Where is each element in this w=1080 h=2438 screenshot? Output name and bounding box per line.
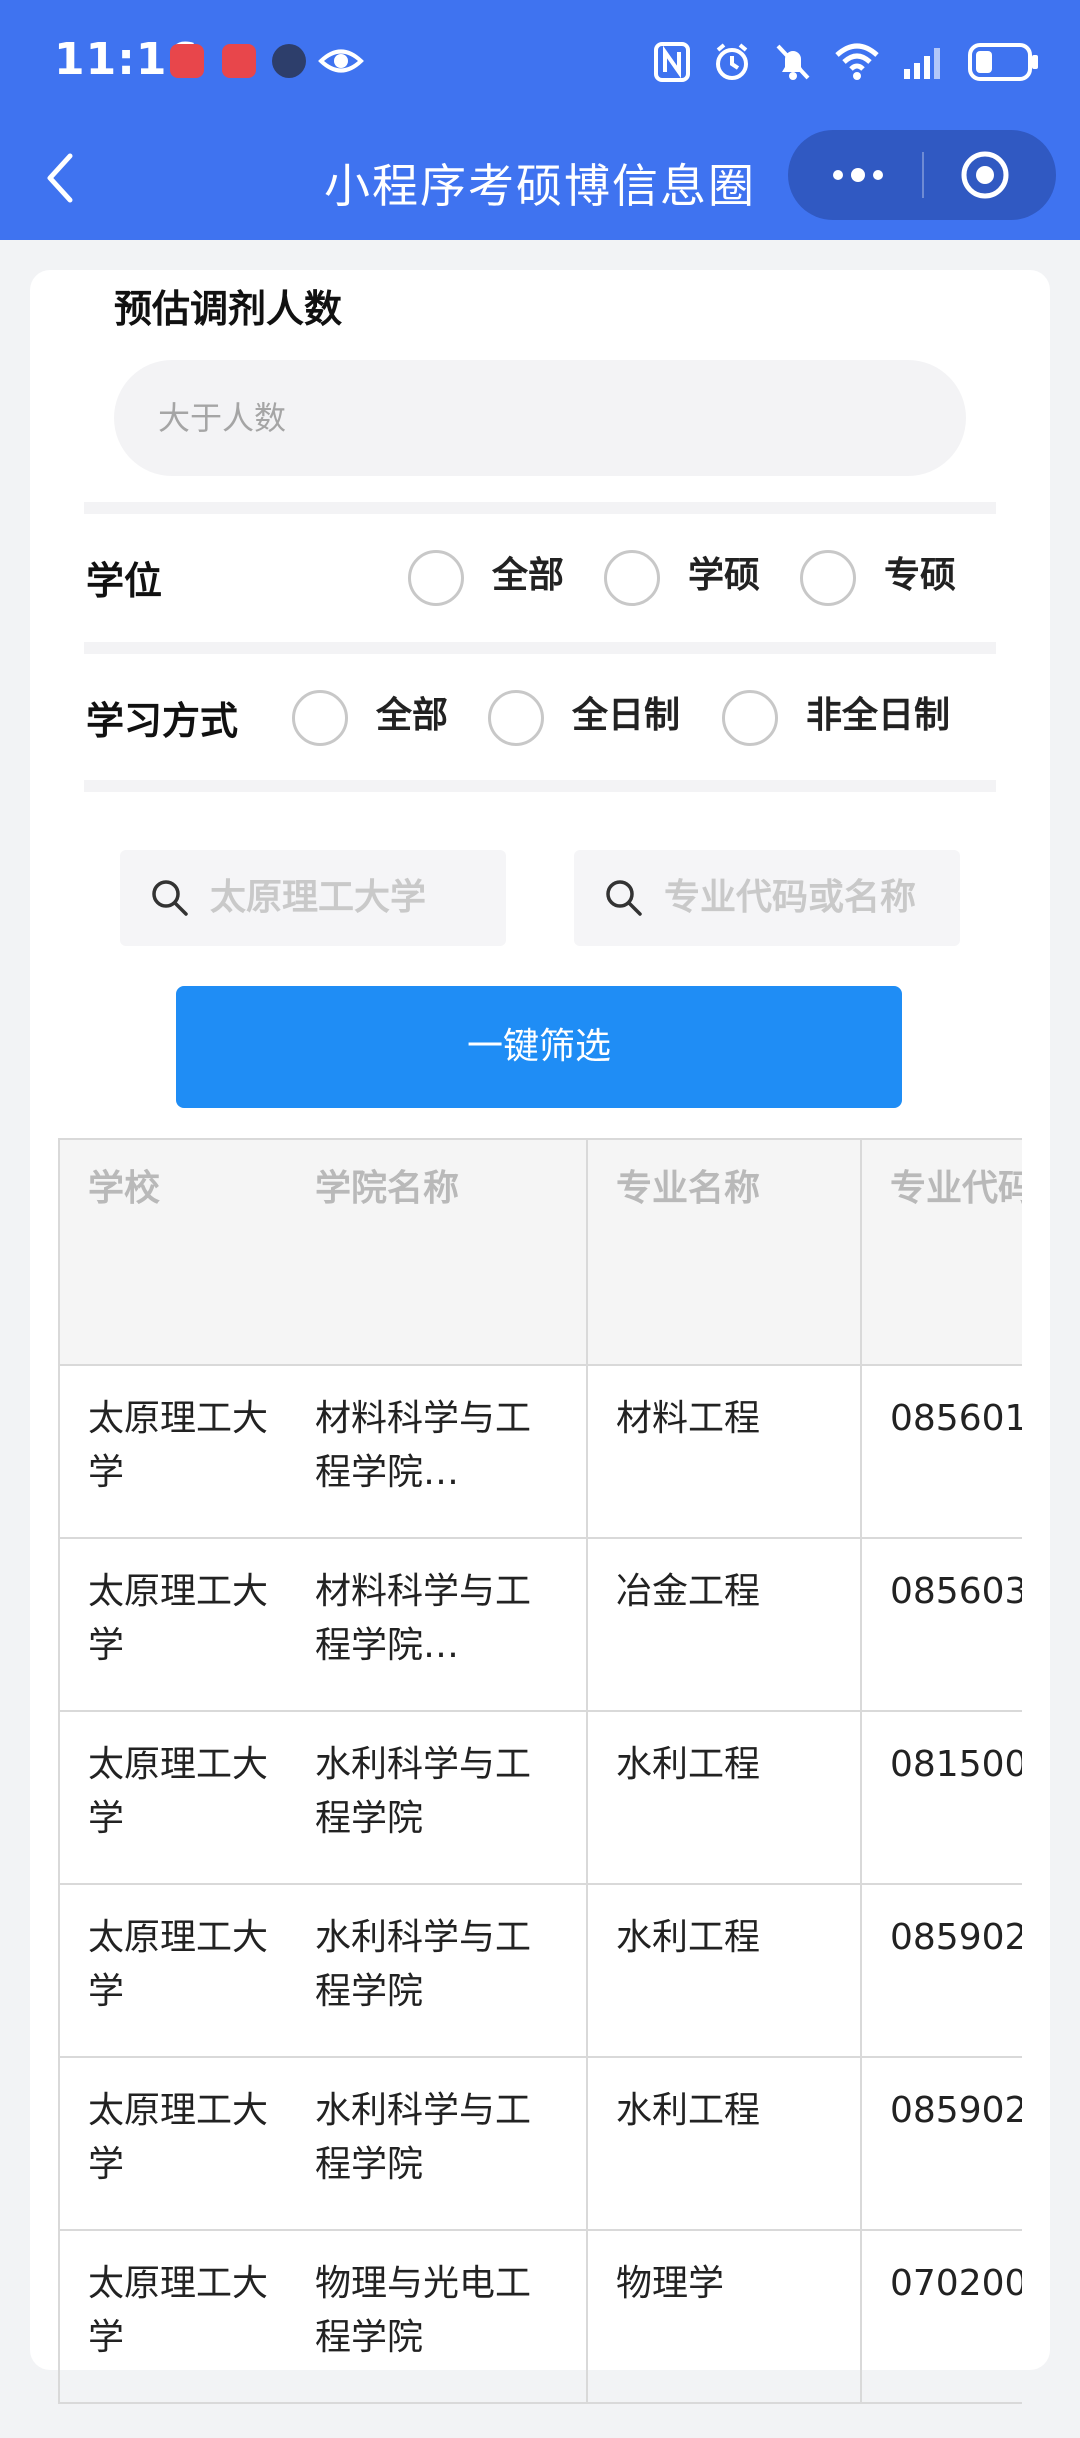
status-icons: [654, 40, 1040, 84]
header-college: 学院名称: [315, 1138, 588, 1366]
degree-option-professional[interactable]: 专硕: [884, 550, 956, 602]
cell-school: 太原理工大学: [58, 1364, 315, 1539]
school-search-input[interactable]: 太原理工大学: [120, 850, 506, 946]
avatar-notification-icon: [272, 44, 306, 78]
degree-option-all[interactable]: 全部: [492, 550, 564, 602]
huawei-app-icon: [222, 44, 256, 78]
major-search-placeholder: 专业代码或名称: [664, 877, 917, 918]
cell-major-code: 085902: [860, 1883, 1022, 2058]
capsule-divider: [922, 152, 924, 198]
alarm-icon: [716, 43, 748, 80]
degree-radio-all[interactable]: [408, 550, 464, 606]
nfc-icon: [654, 42, 690, 82]
battery-icon: [968, 43, 1038, 81]
signal-icon: [904, 48, 940, 79]
more-dots-icon[interactable]: [828, 160, 888, 190]
wifi-icon: [835, 43, 879, 80]
filter-card: 预估调剂人数 大于人数 学位 全部 学硕 专硕 学习方式 全部 全日制 非全日制…: [30, 270, 1050, 2404]
cell-college: 水利科学与工程学院: [315, 1710, 588, 1885]
cell-school: 太原理工大学: [58, 1883, 315, 2058]
cell-school: 太原理工大学: [58, 1710, 315, 1885]
menu-capsule: [788, 130, 1056, 220]
study-mode-row: 学习方式 全部 全日制 非全日制: [30, 676, 1050, 756]
major-search-input[interactable]: 专业代码或名称: [574, 850, 960, 946]
cell-major: 冶金工程: [586, 1537, 862, 1712]
degree-label: 学位: [86, 559, 163, 603]
divider: [84, 642, 996, 654]
search-icon: [606, 880, 642, 916]
filter-button[interactable]: 一键筛选: [176, 986, 902, 1108]
cell-college: 材料科学与工程学院…: [315, 1364, 588, 1539]
study-mode-option-parttime[interactable]: 非全日制: [806, 690, 950, 742]
table-row[interactable]: 太原理工大学 物理与光电工程学院 物理学 070200: [58, 2229, 1022, 2404]
table-row[interactable]: 太原理工大学 水利科学与工程学院 水利工程 081500: [58, 1710, 1022, 1885]
study-mode-label: 学习方式: [86, 699, 239, 743]
search-icon: [152, 880, 188, 916]
degree-row: 学位 全部 学硕 专硕: [30, 536, 1050, 616]
results-table[interactable]: 学校 学院名称 专业名称 专业代码 太原理工大学 材料科学与工程学院… 材料工程…: [58, 1138, 1022, 2438]
degree-radio-academic[interactable]: [604, 550, 660, 606]
mute-icon: [776, 44, 810, 80]
app-header: 11:16 小程序考硕博信息圈: [0, 0, 1080, 240]
target-circle-icon[interactable]: [960, 150, 1010, 200]
table-row[interactable]: 太原理工大学 材料科学与工程学院… 材料工程 085601: [58, 1364, 1022, 1539]
cell-college: 水利科学与工程学院: [315, 1883, 588, 2058]
huawei-app-icon: [170, 44, 204, 78]
header-major-code: 专业代码: [860, 1138, 1022, 1366]
cell-college: 材料科学与工程学院…: [315, 1537, 588, 1712]
degree-option-academic[interactable]: 学硕: [688, 550, 760, 602]
header-major: 专业名称: [586, 1138, 862, 1366]
study-mode-option-fulltime[interactable]: 全日制: [572, 690, 680, 742]
cell-major: 水利工程: [586, 1883, 862, 2058]
cell-major-code: 070200: [860, 2229, 1022, 2404]
divider: [84, 780, 996, 792]
study-mode-radio-fulltime[interactable]: [488, 690, 544, 746]
cell-major-code: 085603: [860, 1537, 1022, 1712]
cell-major-code: 085902: [860, 2056, 1022, 2231]
table-row[interactable]: 太原理工大学 材料科学与工程学院… 冶金工程 085603: [58, 1537, 1022, 1712]
cell-major: 物理学: [586, 2229, 862, 2404]
table-row[interactable]: 太原理工大学 水利科学与工程学院 水利工程 085902: [58, 1883, 1022, 2058]
cell-major: 水利工程: [586, 1710, 862, 1885]
table-header-row: 学校 学院名称 专业名称 专业代码: [58, 1138, 1022, 1366]
divider: [84, 502, 996, 514]
cell-school: 太原理工大学: [58, 1537, 315, 1712]
degree-radio-professional[interactable]: [800, 550, 856, 606]
header-school: 学校: [58, 1138, 315, 1366]
adjust-count-label: 预估调剂人数: [114, 287, 343, 331]
study-mode-radio-all[interactable]: [292, 690, 348, 746]
study-mode-option-all[interactable]: 全部: [376, 690, 448, 742]
cell-major-code: 081500: [860, 1710, 1022, 1885]
cell-college: 物理与光电工程学院: [315, 2229, 588, 2404]
cell-school: 太原理工大学: [58, 2229, 315, 2404]
eye-icon: [318, 49, 364, 73]
adjust-count-input[interactable]: 大于人数: [114, 360, 966, 476]
table-row[interactable]: 太原理工大学 水利科学与工程学院 水利工程 085902: [58, 2056, 1022, 2231]
cell-major: 材料工程: [586, 1364, 862, 1539]
cell-major: 水利工程: [586, 2056, 862, 2231]
status-bar: 11:16: [0, 0, 1080, 120]
cell-college: 水利科学与工程学院: [315, 2056, 588, 2231]
study-mode-radio-parttime[interactable]: [722, 690, 778, 746]
nav-bar: 小程序考硕博信息圈: [0, 120, 1080, 240]
school-search-placeholder: 太原理工大学: [210, 877, 427, 918]
cell-school: 太原理工大学: [58, 2056, 315, 2231]
cell-major-code: 085601: [860, 1364, 1022, 1539]
